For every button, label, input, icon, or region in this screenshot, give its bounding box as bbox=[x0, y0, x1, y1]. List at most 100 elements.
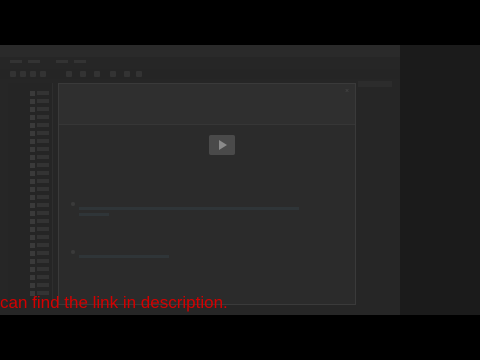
tree-label bbox=[37, 115, 49, 119]
file-icon bbox=[30, 267, 35, 272]
tree-item[interactable] bbox=[10, 203, 50, 208]
title-bar bbox=[0, 45, 400, 57]
tree-label bbox=[37, 171, 49, 175]
tree-item[interactable] bbox=[10, 243, 50, 248]
file-icon bbox=[30, 139, 35, 144]
tree-label bbox=[37, 139, 49, 143]
file-icon bbox=[30, 227, 35, 232]
menu-item[interactable] bbox=[10, 60, 22, 63]
file-icon bbox=[30, 235, 35, 240]
ide-window: × bbox=[0, 45, 400, 315]
tree-label bbox=[37, 147, 49, 151]
tree-label bbox=[37, 219, 49, 223]
tree-item[interactable] bbox=[10, 99, 50, 104]
project-tree bbox=[8, 83, 53, 308]
toolbar-button[interactable] bbox=[20, 71, 26, 77]
tree-item[interactable] bbox=[10, 251, 50, 256]
file-icon bbox=[30, 203, 35, 208]
toolbar bbox=[0, 69, 400, 79]
radio-icon[interactable] bbox=[71, 202, 75, 206]
tree-label bbox=[37, 211, 49, 215]
tree-label bbox=[37, 259, 49, 263]
tree-item[interactable] bbox=[10, 147, 50, 152]
file-icon bbox=[30, 107, 35, 112]
tree-label bbox=[37, 243, 49, 247]
tree-item[interactable] bbox=[10, 107, 50, 112]
option-description bbox=[79, 213, 109, 216]
tree-item[interactable] bbox=[10, 195, 50, 200]
file-icon bbox=[30, 171, 35, 176]
tree-item[interactable] bbox=[10, 283, 50, 288]
tree-item[interactable] bbox=[10, 219, 50, 224]
toolbar-button[interactable] bbox=[80, 71, 86, 77]
file-icon bbox=[30, 195, 35, 200]
tree-item[interactable] bbox=[10, 171, 50, 176]
tree-label bbox=[37, 251, 49, 255]
tree-item[interactable] bbox=[10, 179, 50, 184]
tree-item[interactable] bbox=[10, 235, 50, 240]
tree-item[interactable] bbox=[10, 211, 50, 216]
new-project-dialog: × bbox=[58, 83, 356, 305]
file-icon bbox=[30, 275, 35, 280]
file-icon bbox=[30, 211, 35, 216]
file-icon bbox=[30, 243, 35, 248]
file-icon bbox=[30, 179, 35, 184]
toolbar-button[interactable] bbox=[30, 71, 36, 77]
menu-item[interactable] bbox=[28, 60, 40, 63]
file-icon bbox=[30, 147, 35, 152]
file-icon bbox=[30, 251, 35, 256]
tree-label bbox=[37, 227, 49, 231]
toolbar-button[interactable] bbox=[10, 71, 16, 77]
toolbar-button[interactable] bbox=[94, 71, 100, 77]
file-icon bbox=[30, 91, 35, 96]
tree-item[interactable] bbox=[10, 275, 50, 280]
right-panel bbox=[400, 45, 480, 315]
file-icon bbox=[30, 219, 35, 224]
tree-item[interactable] bbox=[10, 187, 50, 192]
tree-label bbox=[37, 267, 49, 271]
radio-icon[interactable] bbox=[71, 250, 75, 254]
file-icon bbox=[30, 259, 35, 264]
tree-item[interactable] bbox=[10, 123, 50, 128]
file-icon bbox=[30, 131, 35, 136]
file-icon bbox=[30, 115, 35, 120]
menu-item[interactable] bbox=[56, 60, 68, 63]
file-icon bbox=[30, 123, 35, 128]
tree-label bbox=[37, 275, 49, 279]
menu-item[interactable] bbox=[74, 60, 86, 63]
tree-item[interactable] bbox=[10, 163, 50, 168]
video-frame: × bbox=[0, 45, 480, 315]
toolbar-button[interactable] bbox=[110, 71, 116, 77]
tree-label bbox=[37, 131, 49, 135]
panel-header bbox=[358, 81, 392, 87]
close-icon[interactable]: × bbox=[345, 88, 349, 95]
play-icon bbox=[219, 140, 227, 150]
toolbar-button[interactable] bbox=[136, 71, 142, 77]
tree-label bbox=[37, 179, 49, 183]
file-icon bbox=[30, 163, 35, 168]
tree-item[interactable] bbox=[10, 131, 50, 136]
toolbar-button[interactable] bbox=[124, 71, 130, 77]
tree-label bbox=[37, 91, 49, 95]
toolbar-button[interactable] bbox=[40, 71, 46, 77]
tree-item[interactable] bbox=[10, 155, 50, 160]
dialog-header bbox=[59, 84, 355, 125]
tree-label bbox=[37, 203, 49, 207]
tree-label bbox=[37, 163, 49, 167]
file-icon bbox=[30, 283, 35, 288]
tree-item[interactable] bbox=[10, 227, 50, 232]
tree-label bbox=[37, 99, 49, 103]
file-icon bbox=[30, 99, 35, 104]
tree-item[interactable] bbox=[10, 91, 50, 96]
tree-label bbox=[37, 235, 49, 239]
tree-item[interactable] bbox=[10, 267, 50, 272]
tree-label bbox=[37, 187, 49, 191]
letterbox-bottom bbox=[0, 315, 480, 360]
tree-item[interactable] bbox=[10, 115, 50, 120]
letterbox-top bbox=[0, 0, 480, 45]
tree-item[interactable] bbox=[10, 139, 50, 144]
option-description bbox=[79, 255, 169, 258]
toolbar-button[interactable] bbox=[66, 71, 72, 77]
tree-item[interactable] bbox=[10, 259, 50, 264]
subtitle-caption: can find the link in description. bbox=[0, 293, 228, 312]
